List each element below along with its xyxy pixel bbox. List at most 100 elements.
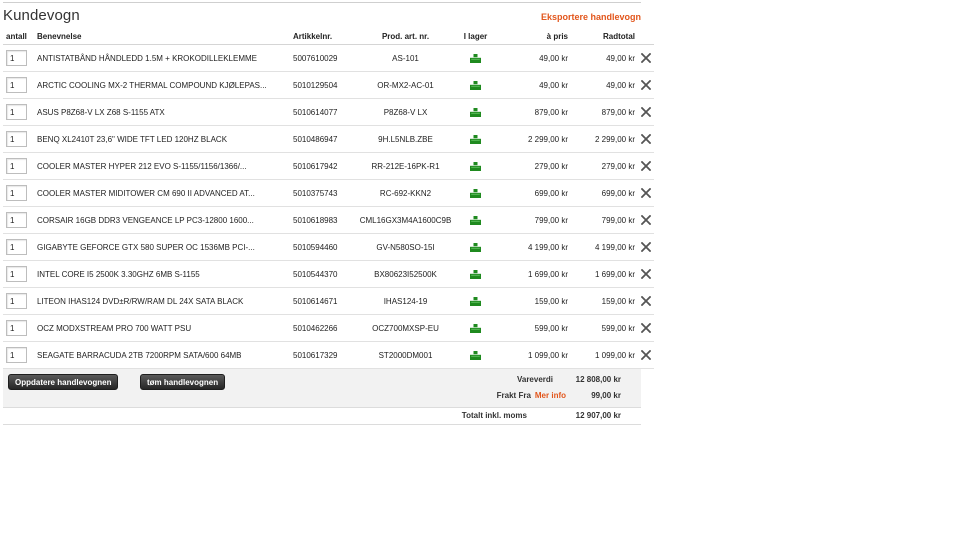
qty-cell bbox=[3, 314, 34, 342]
delete-cell bbox=[637, 260, 654, 288]
column-header-prod: Prod. art. nr. bbox=[358, 28, 453, 45]
unit-price: 159,00 kr bbox=[498, 287, 570, 315]
table-row: ASUS P8Z68-V LX Z68 S-1155 ATX5010614077… bbox=[3, 98, 654, 126]
row-total: 879,00 kr bbox=[570, 98, 637, 126]
manufacturer-part-number: OR-MX2-AC-01 bbox=[358, 71, 453, 99]
stock-cell bbox=[453, 287, 498, 315]
top-divider bbox=[3, 2, 641, 3]
product-name: SEAGATE BARRACUDA 2TB 7200RPM SATA/600 6… bbox=[34, 341, 290, 369]
column-header-stock: I lager bbox=[453, 28, 498, 45]
manufacturer-part-number: BX80623I52500K bbox=[358, 260, 453, 288]
manufacturer-part-number: CML16GX3M4A1600C9B bbox=[358, 206, 453, 234]
total-label: Totalt inkl. moms bbox=[461, 411, 527, 420]
quantity-input[interactable] bbox=[6, 50, 27, 66]
column-header-name: Benevnelse bbox=[34, 28, 290, 45]
article-number: 5010614077 bbox=[290, 98, 358, 126]
stock-cell bbox=[453, 314, 498, 342]
quantity-input[interactable] bbox=[6, 158, 27, 174]
row-total: 4 199,00 kr bbox=[570, 233, 637, 261]
total-row: Totalt inkl. moms 12 907,00 kr bbox=[3, 408, 641, 425]
article-number: 5010129504 bbox=[290, 71, 358, 99]
stock-cell bbox=[453, 260, 498, 288]
product-name: ARCTIC COOLING MX-2 THERMAL COMPOUND KJØ… bbox=[34, 71, 290, 99]
close-icon[interactable] bbox=[640, 241, 651, 253]
row-total: 1 699,00 kr bbox=[570, 260, 637, 288]
close-icon[interactable] bbox=[640, 322, 651, 334]
product-name: COOLER MASTER MIDITOWER CM 690 II ADVANC… bbox=[34, 179, 290, 207]
in-stock-icon bbox=[470, 296, 481, 306]
delete-cell bbox=[637, 125, 654, 153]
row-total: 279,00 kr bbox=[570, 152, 637, 180]
close-icon[interactable] bbox=[640, 133, 651, 145]
manufacturer-part-number: RC-692-KKN2 bbox=[358, 179, 453, 207]
quantity-input[interactable] bbox=[6, 239, 27, 255]
quantity-input[interactable] bbox=[6, 212, 27, 228]
in-stock-icon bbox=[470, 134, 481, 144]
stock-cell bbox=[453, 341, 498, 369]
quantity-input[interactable] bbox=[6, 185, 27, 201]
export-cart-link[interactable]: Eksportere handlevogn bbox=[541, 12, 641, 22]
article-number: 5010614671 bbox=[290, 287, 358, 315]
quantity-input[interactable] bbox=[6, 77, 27, 93]
qty-cell bbox=[3, 179, 34, 207]
close-icon[interactable] bbox=[640, 268, 651, 280]
quantity-input[interactable] bbox=[6, 266, 27, 282]
product-name: COOLER MASTER HYPER 212 EVO S-1155/1156/… bbox=[34, 152, 290, 180]
quantity-input[interactable] bbox=[6, 104, 27, 120]
product-name: OCZ MODXSTREAM PRO 700 WATT PSU bbox=[34, 314, 290, 342]
in-stock-icon bbox=[470, 323, 481, 333]
quantity-input[interactable] bbox=[6, 131, 27, 147]
close-icon[interactable] bbox=[640, 187, 651, 199]
manufacturer-part-number: RR-212E-16PK-R1 bbox=[358, 152, 453, 180]
more-info-link[interactable]: Mer info bbox=[535, 391, 566, 400]
goods-value-amount: 12 808,00 kr bbox=[575, 375, 621, 384]
manufacturer-part-number: P8Z68-V LX bbox=[358, 98, 453, 126]
row-total: 699,00 kr bbox=[570, 179, 637, 207]
close-icon[interactable] bbox=[640, 52, 651, 64]
delete-cell bbox=[637, 98, 654, 126]
page-title: Kundevogn bbox=[3, 7, 80, 24]
row-total: 2 299,00 kr bbox=[570, 125, 637, 153]
delete-cell bbox=[637, 314, 654, 342]
qty-cell bbox=[3, 71, 34, 99]
in-stock-icon bbox=[470, 215, 481, 225]
cart-footer: Oppdatere handlevognen tøm handlevognen … bbox=[3, 369, 641, 408]
manufacturer-part-number: OCZ700MXSP-EU bbox=[358, 314, 453, 342]
quantity-input[interactable] bbox=[6, 320, 27, 336]
quantity-input[interactable] bbox=[6, 347, 27, 363]
product-name: INTEL CORE I5 2500K 3.30GHZ 6MB S-1155 bbox=[34, 260, 290, 288]
qty-cell bbox=[3, 206, 34, 234]
freight-label-group: Frakt Fra Mer info bbox=[497, 391, 566, 400]
close-icon[interactable] bbox=[640, 214, 651, 226]
unit-price: 1 699,00 kr bbox=[498, 260, 570, 288]
product-name: CORSAIR 16GB DDR3 VENGEANCE LP PC3-12800… bbox=[34, 206, 290, 234]
qty-cell bbox=[3, 341, 34, 369]
unit-price: 699,00 kr bbox=[498, 179, 570, 207]
unit-price: 49,00 kr bbox=[498, 71, 570, 99]
quantity-input[interactable] bbox=[6, 293, 27, 309]
row-total: 799,00 kr bbox=[570, 206, 637, 234]
table-row: GIGABYTE GEFORCE GTX 580 SUPER OC 1536MB… bbox=[3, 233, 654, 261]
close-icon[interactable] bbox=[640, 349, 651, 361]
manufacturer-part-number: GV-N580SO-15I bbox=[358, 233, 453, 261]
manufacturer-part-number: ST2000DM001 bbox=[358, 341, 453, 369]
unit-price: 4 199,00 kr bbox=[498, 233, 570, 261]
manufacturer-part-number: AS-101 bbox=[358, 44, 453, 72]
close-icon[interactable] bbox=[640, 106, 651, 118]
manufacturer-part-number: 9H.L5NLB.ZBE bbox=[358, 125, 453, 153]
close-icon[interactable] bbox=[640, 295, 651, 307]
close-icon[interactable] bbox=[640, 160, 651, 172]
article-number: 5007610029 bbox=[290, 44, 358, 72]
table-row: COOLER MASTER MIDITOWER CM 690 II ADVANC… bbox=[3, 179, 654, 207]
row-total: 49,00 kr bbox=[570, 71, 637, 99]
article-number: 5010618983 bbox=[290, 206, 358, 234]
qty-cell bbox=[3, 287, 34, 315]
stock-cell bbox=[453, 152, 498, 180]
in-stock-icon bbox=[470, 107, 481, 117]
close-icon[interactable] bbox=[640, 79, 651, 91]
product-name: LITEON IHAS124 DVD±R/RW/RAM DL 24X SATA … bbox=[34, 287, 290, 315]
in-stock-icon bbox=[470, 269, 481, 279]
total-value: 12 907,00 kr bbox=[575, 411, 621, 420]
shopping-cart: Kundevogn Eksportere handlevogn antall B… bbox=[3, 2, 654, 425]
column-header-delete bbox=[637, 28, 654, 45]
